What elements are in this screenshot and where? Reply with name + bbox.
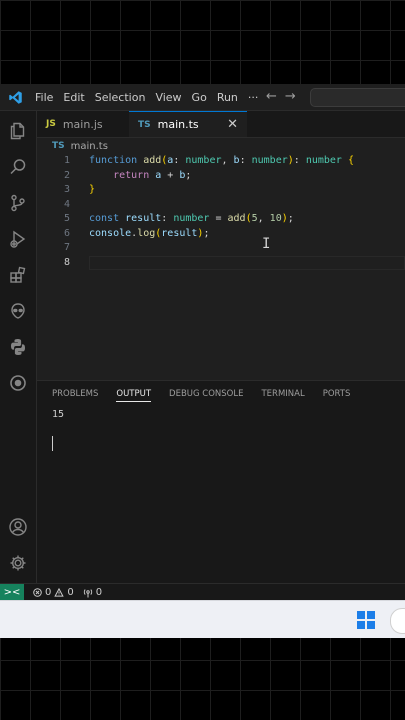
code-type: number [305, 155, 342, 166]
remote-icon[interactable] [6, 371, 30, 395]
code-paren: ) [197, 227, 204, 239]
code-line-5: const result: number = add(5, 10); [89, 213, 294, 224]
current-line-highlight [89, 255, 405, 270]
code-var: b [179, 169, 186, 181]
error-count: 0 [45, 587, 52, 598]
activity-bar [0, 111, 37, 583]
code-function-name: add [227, 213, 246, 224]
error-icon [33, 588, 42, 597]
title-bar: File Edit Selection View Go Run ··· ← → [0, 84, 405, 111]
code-brace: } [89, 184, 96, 195]
code-param: a [167, 155, 174, 166]
code-brace: { [347, 155, 355, 166]
source-control-icon[interactable] [6, 191, 30, 215]
menu-file[interactable]: File [30, 91, 58, 104]
remote-indicator[interactable]: >< [0, 584, 24, 601]
ports-status[interactable]: 0 [83, 587, 102, 598]
settings-gear-icon[interactable] [6, 551, 30, 575]
warning-icon [54, 588, 65, 597]
typescript-file-icon: TS [138, 119, 151, 130]
run-debug-icon[interactable] [6, 227, 30, 251]
line-number: 8 [63, 256, 70, 268]
search-icon[interactable] [6, 155, 30, 179]
tab-main-ts[interactable]: TS main.ts ✕ [129, 111, 247, 137]
code-type: number [251, 155, 288, 166]
typescript-file-icon: TS [52, 141, 65, 151]
tab-label: main.js [62, 117, 103, 131]
bottom-panel: PROBLEMS OUTPUT DEBUG CONSOLE TERMINAL P… [37, 380, 405, 584]
tab-problems[interactable]: PROBLEMS [52, 389, 98, 402]
line-number: 1 [63, 155, 70, 166]
code-var: console [89, 227, 132, 239]
command-center-search[interactable] [310, 88, 405, 107]
status-bar: >< 0 0 0 [0, 583, 405, 601]
code-paren: ) [287, 155, 294, 166]
tray-icon[interactable] [390, 608, 405, 634]
back-arrow-icon[interactable]: ← [266, 89, 277, 104]
line-number: 4 [63, 198, 70, 210]
code-param: b [233, 155, 240, 166]
menu-more[interactable]: ··· [243, 91, 264, 104]
menu-edit[interactable]: Edit [58, 91, 89, 104]
code-var: a [155, 169, 162, 181]
alien-icon[interactable] [6, 299, 30, 323]
line-number: 5 [63, 213, 70, 224]
broadcast-icon [83, 588, 92, 597]
vscode-logo-icon [0, 90, 30, 105]
problems-status[interactable]: 0 0 [33, 587, 74, 598]
vscode-window: File Edit Selection View Go Run ··· ← → [0, 84, 405, 601]
tab-debug-console[interactable]: DEBUG CONSOLE [169, 389, 243, 402]
line-number: 2 [63, 169, 70, 181]
code-var: result [125, 213, 162, 224]
windows-taskbar [0, 600, 405, 638]
code-function-name: add [143, 155, 162, 166]
output-text: 15 [52, 409, 65, 420]
javascript-file-icon: JS [46, 119, 56, 129]
forward-arrow-icon[interactable]: → [285, 89, 296, 104]
code-number: 10 [269, 213, 282, 224]
menu-view[interactable]: View [150, 91, 186, 104]
code-keyword: return [113, 169, 150, 181]
code-function-name: log [137, 227, 156, 239]
menu-go[interactable]: Go [187, 91, 212, 104]
extensions-icon[interactable] [6, 263, 30, 287]
code-line-6: console.log(result); [89, 227, 210, 239]
line-number: 3 [63, 184, 70, 195]
explorer-icon[interactable] [6, 119, 30, 143]
code-keyword: const [89, 213, 120, 224]
tab-output[interactable]: OUTPUT [116, 389, 152, 402]
windows-start-icon[interactable] [357, 611, 375, 629]
line-number: 6 [63, 227, 70, 239]
tab-ports[interactable]: PORTS [323, 389, 351, 402]
code-paren: ) [281, 213, 288, 224]
breadcrumb[interactable]: TS main.ts [52, 141, 108, 152]
code-line-3: } [89, 183, 95, 197]
breadcrumb-file[interactable]: main.ts [71, 141, 108, 152]
text-cursor [52, 436, 53, 451]
line-number: 7 [63, 242, 70, 253]
ports-count: 0 [95, 587, 103, 598]
menu-selection[interactable]: Selection [90, 91, 151, 104]
code-var: result [161, 227, 198, 239]
tab-label: main.ts [157, 118, 199, 131]
code-line-2: return a + b; [113, 169, 192, 181]
close-icon[interactable]: ✕ [227, 117, 238, 132]
code-number: 5 [251, 213, 258, 224]
account-icon[interactable] [6, 515, 30, 539]
mouse-ibeam-cursor: I [262, 236, 271, 252]
warning-count: 0 [67, 587, 74, 598]
python-icon[interactable] [6, 335, 30, 359]
code-type: number [173, 213, 210, 224]
editor-tabs: JS main.js TS main.ts ✕ [37, 111, 405, 138]
code-keyword: function [89, 155, 138, 166]
panel-tabs: PROBLEMS OUTPUT DEBUG CONSOLE TERMINAL P… [52, 389, 368, 402]
tab-main-js[interactable]: JS main.js [37, 111, 130, 137]
menu-run[interactable]: Run [212, 91, 243, 104]
code-line-1: function add(a: number, b: number): numb… [89, 155, 355, 166]
code-type: number [185, 155, 222, 166]
code-editor[interactable]: 1 function add(a: number, b: number): nu… [37, 154, 405, 379]
tab-terminal[interactable]: TERMINAL [261, 389, 304, 402]
